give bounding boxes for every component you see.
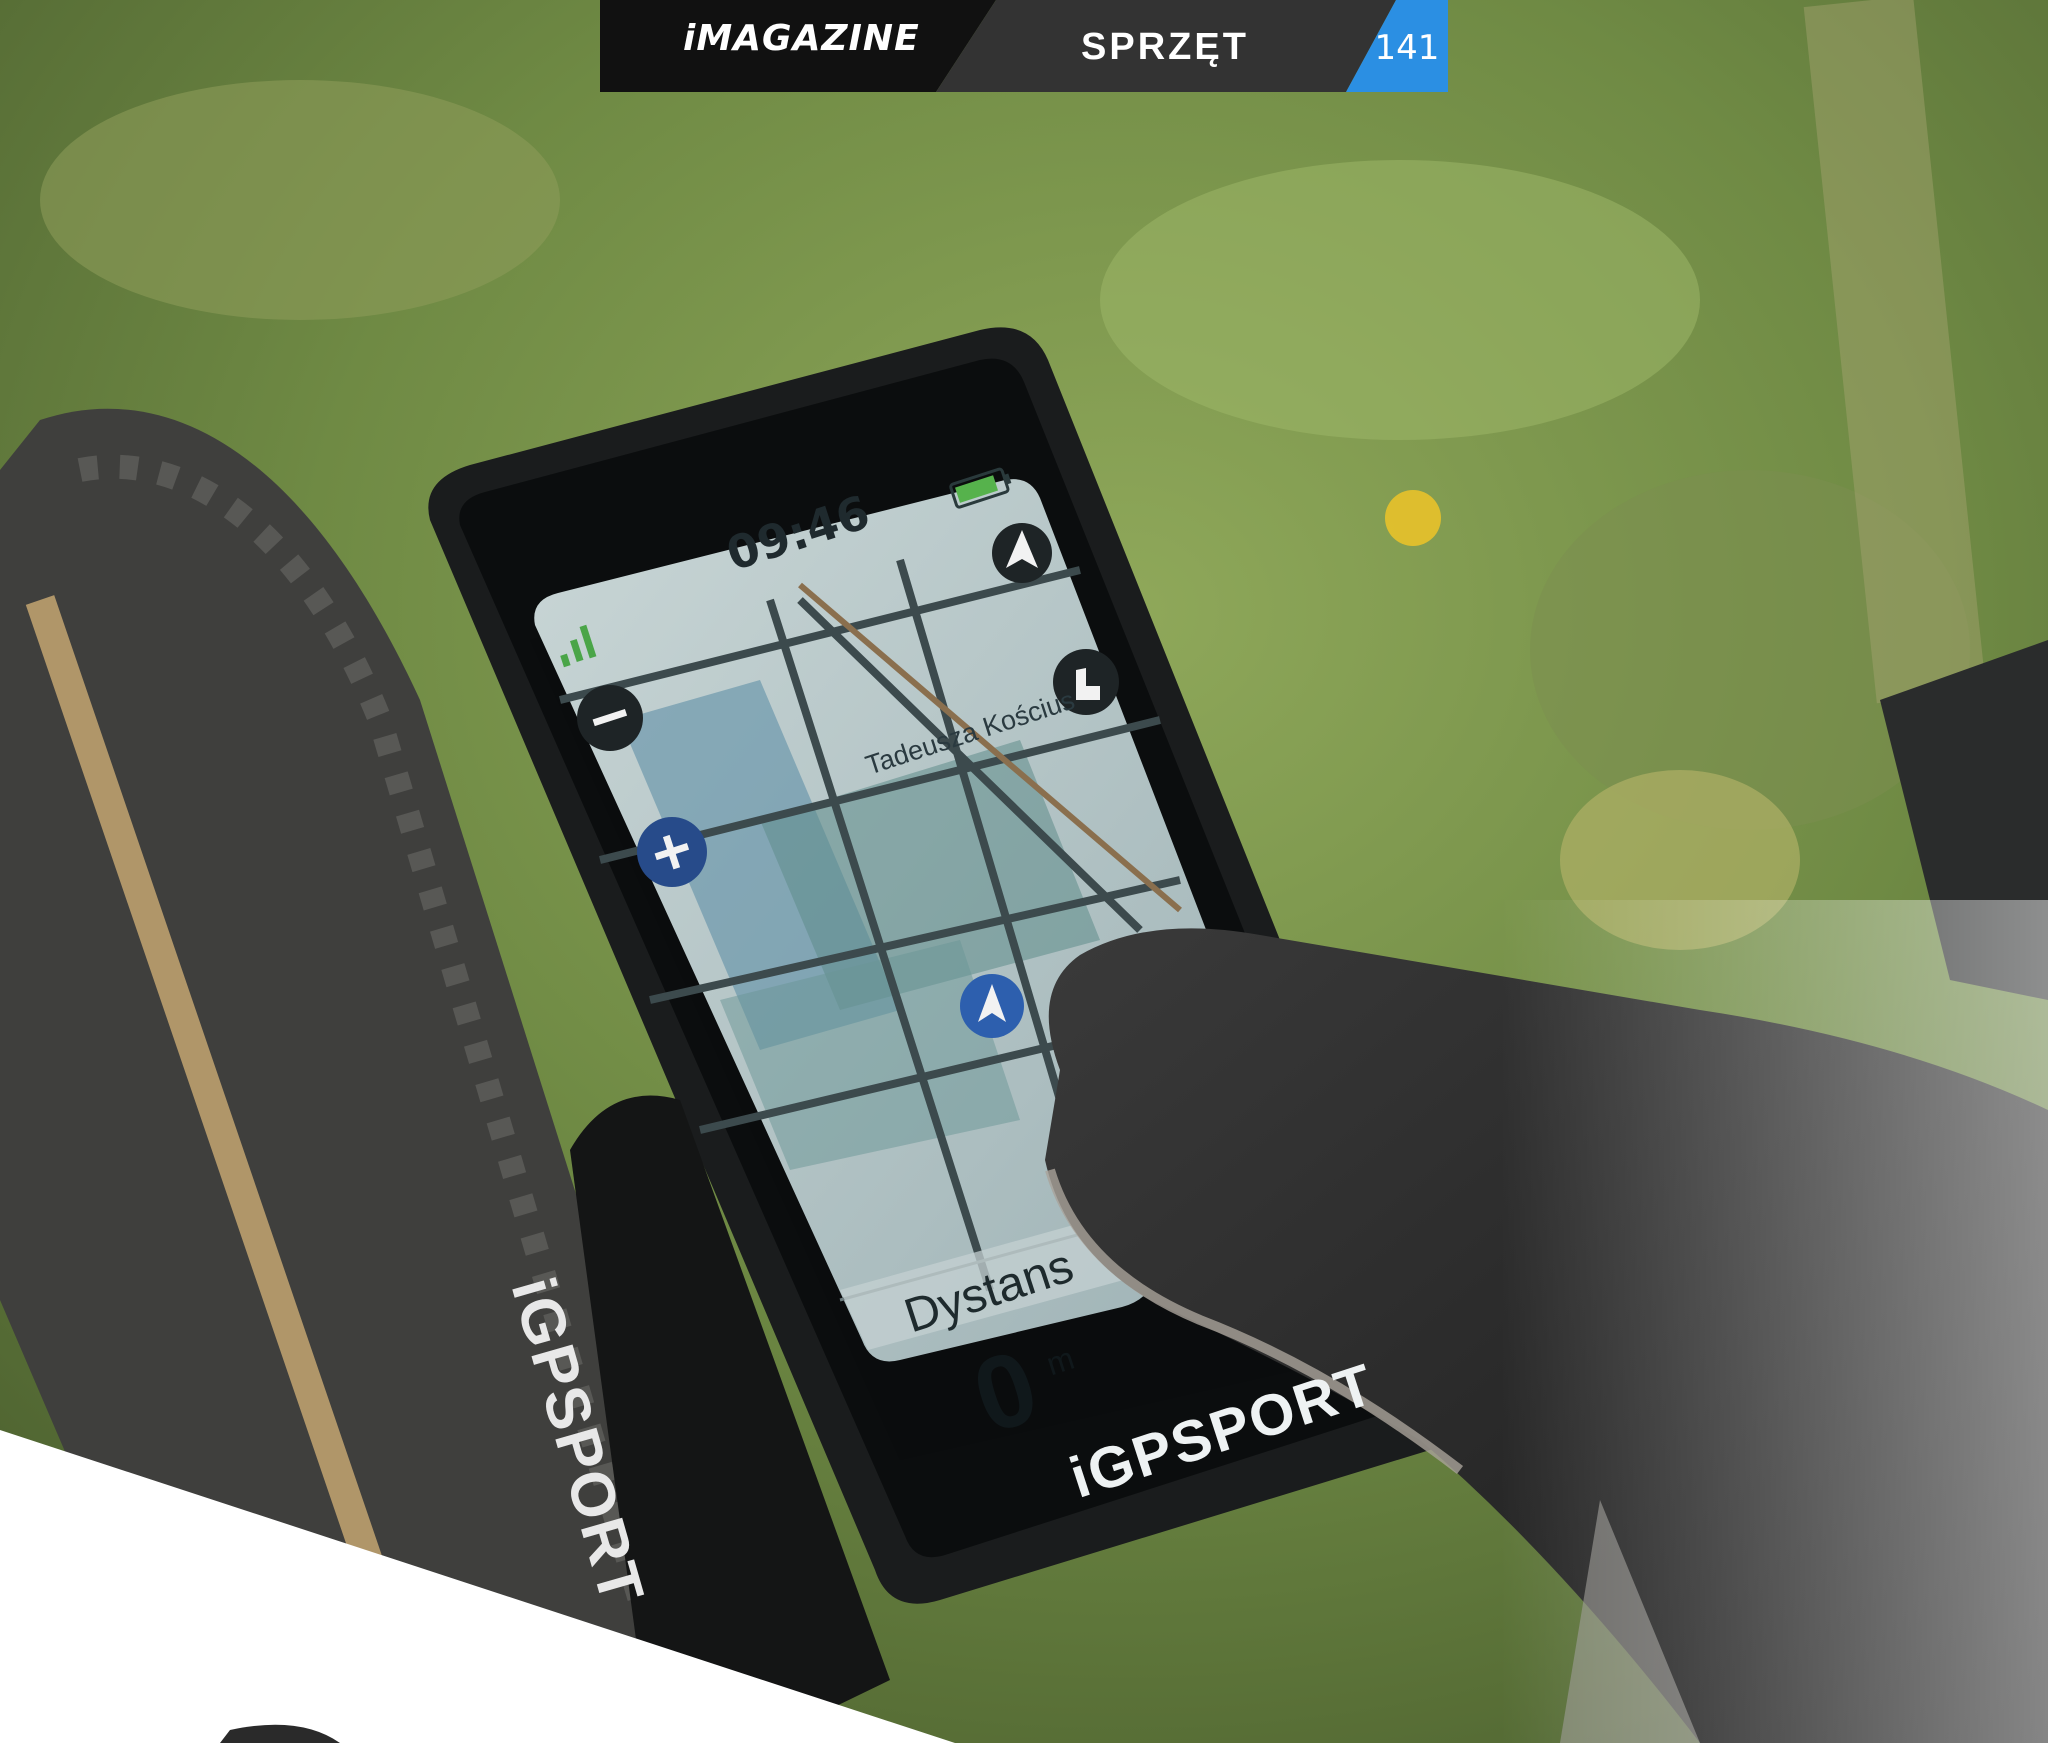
zoom-in-icon[interactable] — [637, 817, 707, 887]
photo-scene — [0, 0, 2048, 1743]
page-number: 141 — [1374, 28, 1440, 68]
position-arrow-icon — [960, 974, 1024, 1038]
magazine-logo: iMAGAZINE — [683, 18, 920, 59]
zoom-out-icon[interactable] — [577, 685, 643, 751]
section-title: SPRZĘT — [1081, 26, 1249, 68]
compass-north-icon — [992, 523, 1052, 583]
